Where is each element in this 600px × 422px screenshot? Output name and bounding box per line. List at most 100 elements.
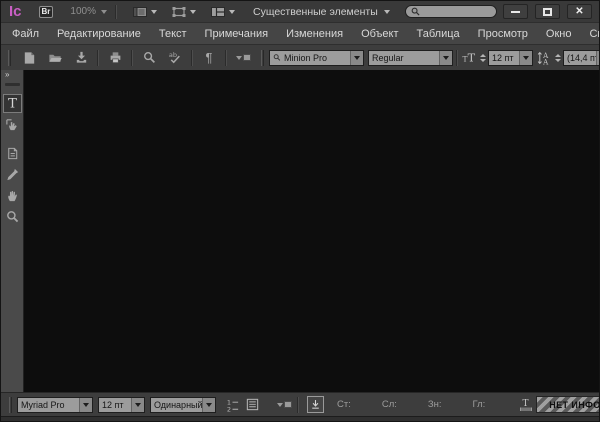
incopy-logo: Ic — [9, 4, 22, 19]
line-spacing-value: Одинарный и — [151, 398, 202, 412]
menu-object[interactable]: Объект — [352, 28, 407, 40]
maximize-button[interactable] — [535, 4, 560, 19]
collapse-panel-button[interactable]: » — [1, 71, 8, 80]
find-button[interactable] — [136, 48, 162, 68]
font-size-combo[interactable]: 12 пт — [488, 50, 533, 66]
new-document-button[interactable] — [16, 48, 42, 68]
tool-zoom[interactable] — [3, 207, 22, 226]
tool-position[interactable] — [3, 115, 22, 134]
leading-combo[interactable]: (14,4 пт) — [563, 50, 599, 66]
panel-grip[interactable] — [5, 83, 20, 86]
print-icon — [108, 50, 123, 65]
menu-help[interactable]: Справка — [580, 28, 600, 40]
arrange-documents-button[interactable] — [210, 5, 235, 19]
status-font-family-combo[interactable]: Myriad Pro — [17, 397, 93, 413]
stat-depth-label: Гл: — [473, 399, 486, 410]
toolbar-grip[interactable] — [261, 50, 264, 66]
workspace-switcher[interactable]: Существенные элементы — [253, 6, 390, 18]
menu-notes[interactable]: Примечания — [196, 28, 278, 40]
screen-mode-icon — [171, 5, 187, 19]
show-hidden-characters-button[interactable]: ¶ — [196, 48, 222, 68]
toolbar-grip[interactable] — [8, 50, 11, 66]
menu-type[interactable]: Текст — [150, 28, 196, 40]
tool-type[interactable]: T — [3, 94, 22, 113]
save-content-icon — [74, 50, 89, 65]
maximize-icon — [543, 8, 552, 16]
font-family-combo[interactable]: Minion Pro — [269, 50, 364, 66]
tool-hand[interactable] — [3, 186, 22, 205]
arrange-documents-icon — [210, 5, 226, 19]
save-content-button[interactable] — [68, 48, 94, 68]
close-icon: ✕ — [575, 7, 583, 17]
spellcheck-button[interactable]: ab — [162, 48, 188, 68]
open-folder-icon — [47, 50, 63, 65]
text-depth-button[interactable] — [307, 396, 324, 413]
chevron-down-icon — [350, 51, 363, 65]
chevron-down-icon — [79, 398, 92, 412]
chevron-down-icon — [202, 398, 215, 412]
divider — [456, 50, 458, 66]
note-tool-icon — [5, 146, 20, 161]
window-controls: ✕ — [503, 4, 592, 19]
new-document-icon — [22, 50, 37, 65]
menu-bar: Файл Редактирование Текст Примечания Изм… — [1, 22, 599, 44]
statusbar-grip[interactable] — [9, 397, 12, 413]
open-button[interactable] — [42, 48, 68, 68]
text-ruler-button[interactable]: T — [516, 396, 536, 414]
stat-words-label: Сл: — [382, 399, 397, 410]
chevron-down-icon — [190, 10, 196, 14]
minimize-icon — [511, 11, 520, 13]
bridge-button[interactable]: Br — [39, 6, 54, 18]
divider — [97, 50, 99, 66]
menu-view[interactable]: Просмотр — [469, 28, 537, 40]
menu-window[interactable]: Окно — [537, 28, 581, 40]
font-size-stepper[interactable] — [480, 54, 486, 62]
status-font-size-combo[interactable]: 12 пт — [98, 397, 145, 413]
tool-eyedropper[interactable] — [3, 165, 22, 184]
notes-icon — [236, 54, 251, 61]
window-frame-edge — [1, 416, 599, 421]
notes-mode-button[interactable] — [230, 48, 256, 68]
screen-mode-button[interactable] — [171, 5, 196, 19]
close-button[interactable]: ✕ — [567, 4, 592, 19]
chevron-down-icon — [131, 398, 144, 412]
main-area: » T — [1, 70, 599, 392]
divider — [115, 5, 117, 19]
type-tool-icon: T — [5, 95, 20, 111]
control-toolbar: ab ¶ Minion Pro Regular T — [1, 44, 599, 70]
print-button[interactable] — [102, 48, 128, 68]
svg-text:ab: ab — [169, 51, 177, 59]
menu-table[interactable]: Таблица — [408, 28, 469, 40]
line-spacing-combo[interactable]: Одинарный и — [150, 397, 216, 413]
zoom-level-dropdown[interactable]: 100% — [70, 6, 107, 17]
chevron-down-icon — [151, 10, 157, 14]
svg-text:2: 2 — [226, 405, 230, 412]
notes-toggle-button[interactable] — [274, 396, 294, 414]
stat-lines-label: Ст: — [337, 399, 351, 410]
menu-track-changes[interactable]: Изменения — [277, 28, 352, 40]
font-style-combo[interactable]: Regular — [368, 50, 453, 66]
galley-view-button[interactable] — [242, 396, 262, 414]
incopy-window: Ic Br 100% — [0, 0, 600, 422]
menu-file[interactable]: Файл — [3, 28, 48, 40]
galley-view-icon — [245, 397, 260, 412]
chevron-down-icon — [519, 51, 532, 65]
application-bar: Ic Br 100% — [1, 1, 599, 22]
font-size-value: 12 пт — [489, 51, 519, 65]
copyfit-info-text: НЕТ ИНФОРМАЦИИ — [549, 400, 599, 410]
svg-text:T: T — [468, 52, 476, 65]
find-icon — [142, 50, 157, 65]
line-numbers-button[interactable]: 1 2 — [222, 396, 242, 414]
notes-icon — [277, 401, 292, 408]
tool-note[interactable] — [3, 144, 22, 163]
search-input[interactable] — [405, 5, 497, 18]
menu-edit[interactable]: Редактирование — [48, 28, 150, 40]
tools-panel: » T — [1, 70, 24, 392]
divider — [191, 50, 193, 66]
view-options-button[interactable] — [132, 5, 157, 19]
leading-stepper[interactable] — [555, 54, 561, 62]
pilcrow-icon: ¶ — [206, 51, 213, 64]
minimize-button[interactable] — [503, 4, 528, 19]
divider — [131, 50, 133, 66]
eyedropper-tool-icon — [5, 167, 20, 182]
